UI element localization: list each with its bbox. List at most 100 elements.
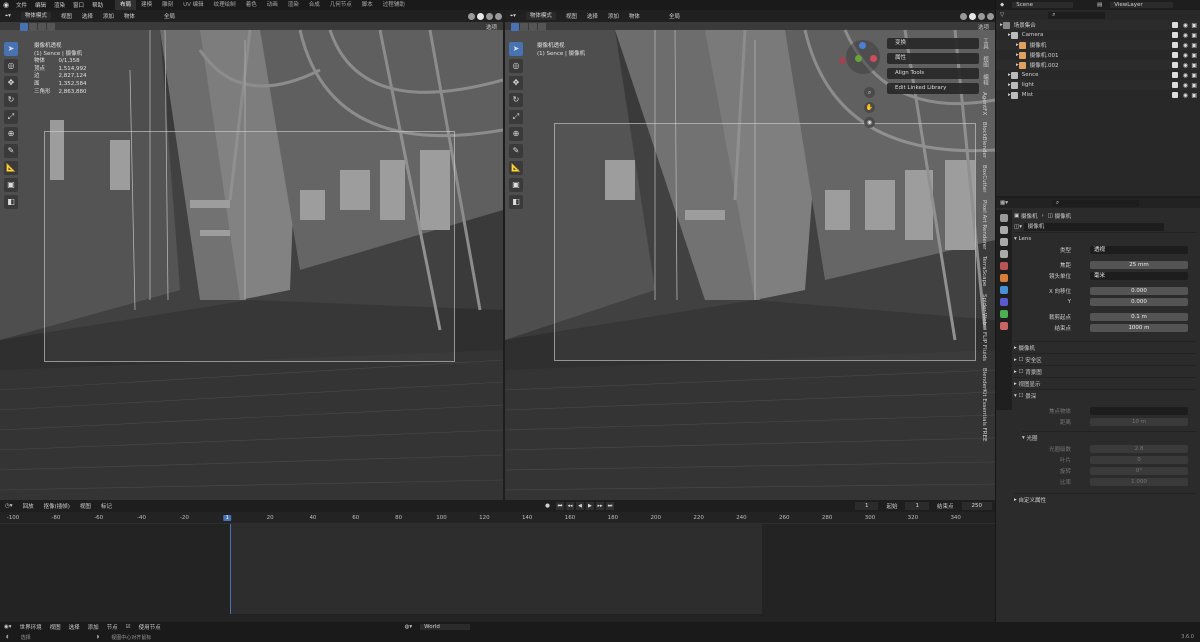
mode-dropdown[interactable]: 物体模式 — [525, 12, 556, 20]
cursor-tool-icon[interactable]: ◎ — [4, 59, 18, 73]
include-checkbox[interactable] — [1172, 62, 1178, 68]
menu-item[interactable]: 帮助 — [92, 3, 103, 9]
workspace-tab[interactable]: 脚本 — [357, 0, 378, 10]
outliner-row[interactable]: ▸ 摄像机 ◉ ▣ — [996, 40, 1200, 50]
background-images-section[interactable]: ▸ ☐ 背景图 — [1014, 365, 1196, 377]
outliner-item-name[interactable]: Sence — [1022, 72, 1039, 78]
annotate-tool-icon[interactable]: ✎ — [509, 144, 523, 158]
outliner-item-name[interactable]: 场景集合 — [1014, 21, 1036, 29]
x-axis-icon[interactable] — [870, 55, 877, 62]
eye-icon[interactable]: ◉ — [1183, 22, 1188, 29]
properties-panel[interactable]: ▦▾ ⌕ ▣ 摄像机 › ◫ 摄像机 ◫▾ 摄像机 ▾ Lens 类型 透视 焦距 2… — [995, 198, 1200, 622]
custom-properties-section[interactable]: ▸ 自定义属性 — [1014, 493, 1196, 505]
search-icon[interactable]: ⌕ — [1051, 199, 1140, 207]
outliner-row[interactable]: ▸ light ◉ ▣ — [996, 80, 1200, 90]
use-nodes-checkbox[interactable]: ☑ — [126, 624, 131, 630]
render-camera-icon[interactable]: ▣ — [1191, 22, 1197, 29]
sidebar-tab[interactable]: Spider-Web — [981, 294, 987, 325]
neg-x-axis-icon[interactable] — [839, 57, 846, 64]
search-icon[interactable]: ⌕ — [1048, 11, 1106, 19]
sidebar-panel-header[interactable]: 属性 — [887, 53, 979, 64]
menu-select[interactable]: 选择 — [69, 623, 80, 631]
sidebar-tab[interactable]: BoxCutter — [981, 165, 987, 193]
shift-y-field[interactable]: 0.000 — [1090, 297, 1188, 306]
ratio-field[interactable]: 1.000 — [1090, 477, 1188, 486]
rotate-tool-icon[interactable]: ↻ — [4, 93, 18, 107]
options-dropdown[interactable]: 选项 — [486, 23, 497, 31]
transform-tool-icon[interactable]: ⊕ — [509, 127, 523, 141]
focus-object-field[interactable] — [1090, 406, 1188, 415]
aperture-section[interactable]: ▾ 光圈 — [1022, 431, 1196, 443]
navigation-gizmo[interactable] — [839, 40, 880, 74]
object-tab-icon[interactable] — [1000, 274, 1008, 282]
cursor-tool-icon[interactable]: ◎ — [509, 59, 523, 73]
menu-add[interactable]: 添加 — [88, 623, 99, 631]
sidebar-tab[interactable]: BlockBlender — [981, 122, 987, 158]
transform-orientation[interactable]: 全局 — [669, 12, 680, 20]
world-datablock[interactable]: World — [420, 624, 470, 630]
sidebar-tab[interactable]: Pixel Art Renderer — [981, 200, 987, 250]
frame-ruler[interactable]: -100 -80 -60 -40 -20 1 20 40 60 80 100 120 140 160 180… — [0, 512, 995, 524]
menu-item[interactable]: 窗口 — [73, 3, 84, 9]
render-tab-icon[interactable] — [1000, 226, 1008, 234]
outliner-row[interactable]: ▸ Mist ◉ ▣ — [996, 90, 1200, 100]
play-icon[interactable]: ▶ — [585, 502, 594, 510]
outliner-item-name[interactable]: 摄像机.002 — [1030, 61, 1059, 69]
menu-add[interactable]: 添加 — [103, 12, 114, 20]
viewport-left[interactable]: ⌖▾ 物体模式 视图 选择 添加 物体 全局 选项 ➤ ◎ ✥ ↻ ⤢ ⊕ ✎ … — [0, 10, 503, 500]
workspace-tab[interactable]: UV 编辑 — [178, 0, 209, 10]
y-axis-icon[interactable] — [855, 55, 862, 62]
scale-tool-icon[interactable]: ⤢ — [4, 110, 18, 124]
play-reverse-icon[interactable]: ◀ — [575, 502, 584, 510]
outliner-item-name[interactable]: light — [1022, 82, 1034, 88]
render-camera-icon[interactable]: ▣ — [1191, 72, 1197, 79]
outliner-panel[interactable]: ◆ Scene ▤ ViewLayer ▽ ⌕ ▸ 场景集合 ◉ ▣ ▸ Camera… — [995, 0, 1200, 196]
outliner-row[interactable]: ▸ 场景集合 ◉ ▣ — [996, 20, 1200, 30]
add-cube-tool-icon[interactable]: ▣ — [509, 178, 523, 192]
record-icon[interactable]: ● — [545, 503, 550, 509]
lens-section-header[interactable]: ▾ Lens — [1014, 232, 1196, 244]
constraints-tab-icon[interactable] — [1000, 298, 1008, 306]
timeline-body[interactable] — [0, 524, 995, 614]
camera-tool-icon[interactable]: ◧ — [4, 195, 18, 209]
move-tool-icon[interactable]: ✥ — [4, 76, 18, 90]
menu-item[interactable]: 渲染 — [54, 3, 65, 9]
outliner-item-name[interactable]: 摄像机 — [1030, 41, 1047, 49]
tool-tab-icon[interactable] — [1000, 214, 1008, 222]
focus-distance-field[interactable]: 10 m — [1090, 417, 1188, 426]
output-tab-icon[interactable] — [1000, 238, 1008, 246]
menu-object[interactable]: 物体 — [124, 12, 135, 20]
workspace-tab[interactable]: 渲染 — [283, 0, 304, 10]
menu-add[interactable]: 添加 — [608, 12, 619, 20]
physics-tab-icon[interactable] — [1000, 286, 1008, 294]
add-cube-tool-icon[interactable]: ▣ — [4, 178, 18, 192]
sidebar-panel-header[interactable]: Edit Linked Library — [887, 83, 979, 94]
editor-dropdown[interactable]: 世界环境 — [20, 623, 42, 631]
blender-logo-icon[interactable]: ◉ — [0, 1, 12, 9]
editor-type-icon[interactable]: ⌖▾ — [5, 13, 11, 20]
eye-icon[interactable]: ◉ — [1183, 32, 1188, 39]
outliner-row[interactable]: ▸ Sence ◉ ▣ — [996, 70, 1200, 80]
select-tool-icon[interactable]: ➤ — [509, 42, 523, 56]
start-frame-field[interactable]: 1 — [905, 502, 929, 510]
include-checkbox[interactable] — [1172, 72, 1178, 78]
menu-marker[interactable]: 标记 — [101, 502, 112, 510]
workspace-tab[interactable]: 着色 — [241, 0, 262, 10]
jump-end-icon[interactable]: ⏭ — [605, 502, 614, 510]
workspace-tab[interactable]: 布局 — [115, 0, 137, 10]
outliner-item-name[interactable]: Mist — [1022, 92, 1033, 98]
viewport-display-section[interactable]: ▸ 视图显示 — [1014, 377, 1196, 389]
view-layer-selector[interactable]: ViewLayer — [1110, 2, 1173, 8]
select-tool-icon[interactable]: ➤ — [4, 42, 18, 56]
outliner-row[interactable]: ▸ 摄像机.002 ◉ ▣ — [996, 60, 1200, 70]
pan-hand-icon[interactable]: ✋ — [864, 102, 875, 113]
menu-view[interactable]: 视图 — [566, 12, 577, 20]
workspace-tab[interactable]: 雕刻 — [157, 0, 178, 10]
sidebar-panel-header[interactable]: Align Tools — [887, 68, 979, 79]
sidebar-tab[interactable]: 编辑 — [981, 74, 989, 85]
menu-playback[interactable]: 回放 — [23, 502, 34, 510]
camera-section[interactable]: ▸ 摄像机 — [1014, 341, 1196, 353]
move-tool-icon[interactable]: ✥ — [509, 76, 523, 90]
zoom-icon[interactable]: ⌕ — [864, 87, 875, 98]
render-camera-icon[interactable]: ▣ — [1191, 62, 1197, 69]
